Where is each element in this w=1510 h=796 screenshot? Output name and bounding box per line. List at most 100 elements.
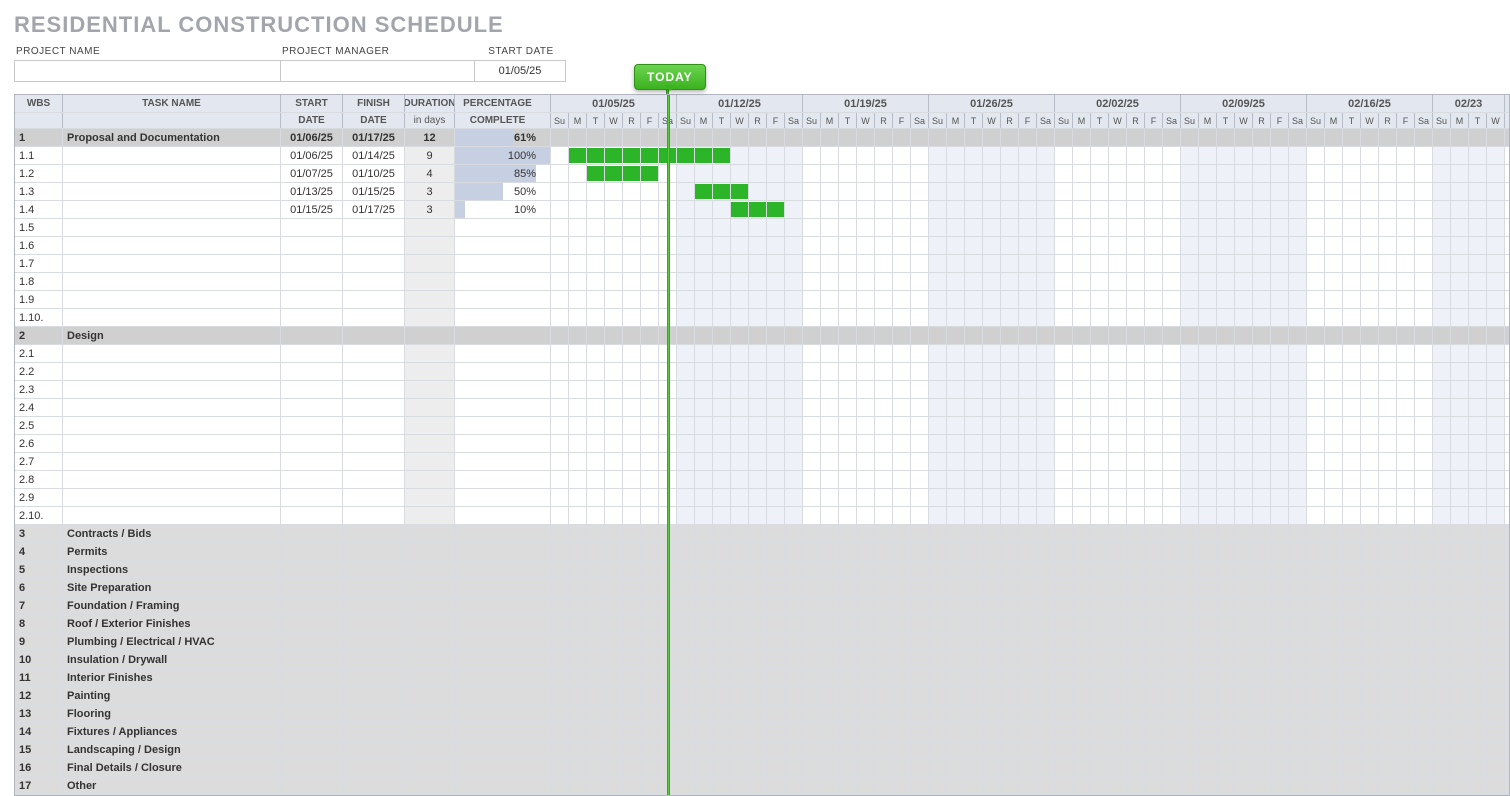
- day-cell[interactable]: [551, 687, 569, 704]
- day-cell[interactable]: [1091, 453, 1109, 470]
- day-cell[interactable]: [1487, 525, 1505, 542]
- day-cell[interactable]: [1217, 489, 1235, 506]
- day-cell[interactable]: [875, 237, 893, 254]
- day-cell[interactable]: [1397, 561, 1415, 578]
- day-cell[interactable]: [677, 615, 695, 632]
- day-cell[interactable]: [983, 669, 1001, 686]
- day-cell[interactable]: [1163, 741, 1181, 758]
- day-cell[interactable]: [821, 345, 839, 362]
- day-cell[interactable]: [1469, 345, 1487, 362]
- day-cell[interactable]: [767, 255, 785, 272]
- task-cell[interactable]: [63, 507, 281, 524]
- day-cell[interactable]: [569, 471, 587, 488]
- task-cell[interactable]: [63, 489, 281, 506]
- day-cell[interactable]: [767, 363, 785, 380]
- day-cell[interactable]: [623, 651, 641, 668]
- start-cell[interactable]: [281, 291, 343, 308]
- day-cell[interactable]: [569, 579, 587, 596]
- day-cell[interactable]: [1037, 417, 1055, 434]
- day-cell[interactable]: [1037, 705, 1055, 722]
- day-cell[interactable]: [641, 759, 659, 776]
- start-cell[interactable]: [281, 471, 343, 488]
- day-cell[interactable]: [1397, 165, 1415, 182]
- day-cell[interactable]: [1271, 507, 1289, 524]
- day-cell[interactable]: [1001, 453, 1019, 470]
- day-cell[interactable]: [839, 525, 857, 542]
- duration-cell[interactable]: 12: [405, 129, 455, 146]
- day-cell[interactable]: [749, 687, 767, 704]
- day-cell[interactable]: [641, 651, 659, 668]
- day-cell[interactable]: [875, 507, 893, 524]
- day-cell[interactable]: [1037, 381, 1055, 398]
- day-cell[interactable]: [1415, 201, 1433, 218]
- day-cell[interactable]: [1469, 489, 1487, 506]
- day-cell[interactable]: [893, 651, 911, 668]
- day-cell[interactable]: [1037, 741, 1055, 758]
- day-cell[interactable]: [1343, 741, 1361, 758]
- day-cell[interactable]: [1325, 651, 1343, 668]
- day-cell[interactable]: [1055, 759, 1073, 776]
- day-cell[interactable]: [1163, 489, 1181, 506]
- day-cell[interactable]: [551, 525, 569, 542]
- day-cell[interactable]: [713, 165, 731, 182]
- day-cell[interactable]: [1019, 561, 1037, 578]
- day-cell[interactable]: [1109, 291, 1127, 308]
- percent-cell[interactable]: [455, 417, 551, 434]
- day-cell[interactable]: [1235, 615, 1253, 632]
- day-cell[interactable]: [1307, 651, 1325, 668]
- day-cell[interactable]: [839, 471, 857, 488]
- day-cell[interactable]: [1199, 633, 1217, 650]
- table-row[interactable]: 10Insulation / Drywall: [15, 651, 1509, 669]
- day-cell[interactable]: [605, 417, 623, 434]
- day-cell[interactable]: [965, 453, 983, 470]
- day-cell[interactable]: [641, 201, 659, 218]
- table-row[interactable]: 2.10.: [15, 507, 1509, 525]
- day-cell[interactable]: [983, 723, 1001, 740]
- day-cell[interactable]: [641, 165, 659, 182]
- day-cell[interactable]: [857, 381, 875, 398]
- day-cell[interactable]: [1055, 147, 1073, 164]
- day-cell[interactable]: [1199, 291, 1217, 308]
- day-cell[interactable]: [1487, 345, 1505, 362]
- task-cell[interactable]: [63, 291, 281, 308]
- day-cell[interactable]: [1181, 183, 1199, 200]
- day-cell[interactable]: [965, 129, 983, 146]
- task-cell[interactable]: Landscaping / Design: [63, 741, 281, 758]
- day-cell[interactable]: [1163, 633, 1181, 650]
- day-cell[interactable]: [767, 435, 785, 452]
- day-cell[interactable]: [767, 723, 785, 740]
- day-cell[interactable]: [749, 759, 767, 776]
- day-cell[interactable]: [1253, 147, 1271, 164]
- table-row[interactable]: 1.301/13/2501/15/25350%: [15, 183, 1509, 201]
- wbs-cell[interactable]: 2.5: [15, 417, 63, 434]
- day-cell[interactable]: [803, 435, 821, 452]
- day-cell[interactable]: [1253, 777, 1271, 794]
- day-cell[interactable]: [1145, 687, 1163, 704]
- day-cell[interactable]: [875, 561, 893, 578]
- task-cell[interactable]: Proposal and Documentation: [63, 129, 281, 146]
- day-cell[interactable]: [857, 759, 875, 776]
- day-cell[interactable]: [1073, 759, 1091, 776]
- task-cell[interactable]: Insulation / Drywall: [63, 651, 281, 668]
- day-cell[interactable]: [641, 237, 659, 254]
- day-cell[interactable]: [1253, 345, 1271, 362]
- day-cell[interactable]: [1253, 183, 1271, 200]
- day-cell[interactable]: [1361, 165, 1379, 182]
- day-cell[interactable]: [641, 183, 659, 200]
- table-row[interactable]: 4Permits: [15, 543, 1509, 561]
- day-cell[interactable]: [1253, 507, 1271, 524]
- day-cell[interactable]: [731, 597, 749, 614]
- day-cell[interactable]: [965, 651, 983, 668]
- day-cell[interactable]: [785, 543, 803, 560]
- day-cell[interactable]: [911, 201, 929, 218]
- day-cell[interactable]: [929, 417, 947, 434]
- day-cell[interactable]: [1415, 777, 1433, 794]
- day-cell[interactable]: [803, 399, 821, 416]
- day-cell[interactable]: [893, 669, 911, 686]
- day-cell[interactable]: [587, 381, 605, 398]
- day-cell[interactable]: [1091, 651, 1109, 668]
- start-cell[interactable]: 01/15/25: [281, 201, 343, 218]
- start-date-input[interactable]: 01/05/25: [474, 60, 566, 82]
- day-cell[interactable]: [1451, 237, 1469, 254]
- day-cell[interactable]: [1145, 507, 1163, 524]
